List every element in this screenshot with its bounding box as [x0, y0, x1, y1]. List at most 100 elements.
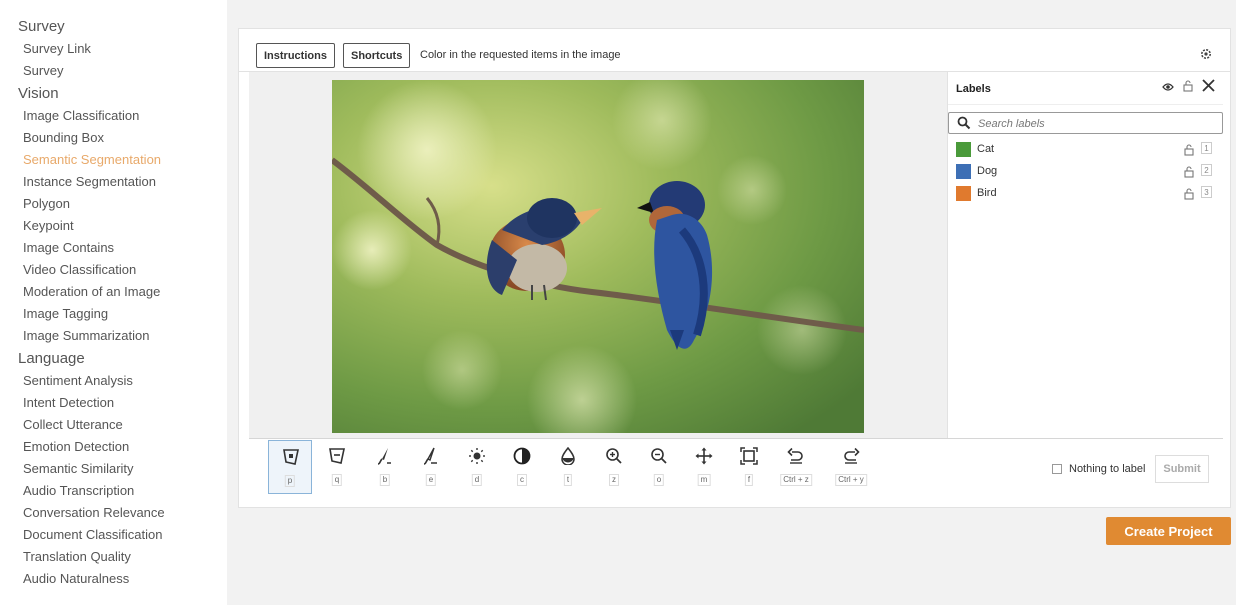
labels-panel-header: Labels [948, 72, 1223, 105]
move-tool[interactable]: m [682, 440, 726, 494]
sidebar-item-image-contains[interactable]: Image Contains [0, 237, 227, 259]
zoom-out-icon [651, 448, 667, 464]
sidebar-item-keypoint[interactable]: Keypoint [0, 215, 227, 237]
sidebar-item-translation-quality[interactable]: Translation Quality [0, 546, 227, 568]
label-name: Bird [977, 187, 997, 199]
sidebar-item-sentiment-analysis[interactable]: Sentiment Analysis [0, 370, 227, 392]
zoom-in-icon [606, 448, 622, 464]
brightness-icon [469, 448, 485, 464]
label-name: Dog [977, 165, 998, 177]
polygon-select-icon [283, 449, 299, 465]
sidebar-item-image-tagging[interactable]: Image Tagging [0, 303, 227, 325]
task-header: Instructions Shortcuts Color in the requ… [239, 29, 1230, 72]
sidebar-item-audio-naturalness[interactable]: Audio Naturalness [0, 568, 227, 590]
tool-hotkey: e [425, 474, 437, 486]
bird-photo[interactable] [332, 80, 864, 433]
label-item-dog[interactable]: Dog 2 [956, 163, 1216, 179]
tool-hotkey: t [563, 474, 573, 486]
label-hotkey: 3 [1201, 186, 1212, 198]
contrast-icon [513, 447, 531, 465]
zoom-in-tool[interactable]: z [592, 440, 636, 494]
tool-hotkey: d [471, 474, 483, 486]
sidebar-item-conversation-relevance[interactable]: Conversation Relevance [0, 502, 227, 524]
fit-icon [740, 447, 758, 465]
redo-tool[interactable]: Ctrl + y [829, 440, 873, 494]
lock-icon[interactable] [1184, 187, 1194, 205]
polygon-remove-tool[interactable]: q [315, 440, 359, 494]
sidebar-item-document-classification[interactable]: Document Classification [0, 524, 227, 546]
eraser-tool[interactable]: e [409, 440, 453, 494]
sidebar-item-video-classification[interactable]: Video Classification [0, 259, 227, 281]
sidebar-item-semantic-similarity[interactable]: Semantic Similarity [0, 458, 227, 480]
sidebar-item-image-classification[interactable]: Image Classification [0, 105, 227, 127]
label-item-bird[interactable]: Bird 3 [956, 185, 1216, 201]
sidebar-item-survey[interactable]: Survey [0, 60, 227, 82]
sidebar-item-instance-segmentation[interactable]: Instance Segmentation [0, 171, 227, 193]
undo-icon [787, 447, 803, 464]
label-color-swatch [956, 186, 971, 201]
annotation-canvas[interactable] [249, 72, 947, 438]
tool-hotkey: m [697, 474, 711, 486]
lock-icon[interactable] [1184, 165, 1194, 183]
sidebar-item-emotion-detection[interactable]: Emotion Detection [0, 436, 227, 458]
search-placeholder: Search labels [978, 118, 1045, 130]
transparency-icon [561, 447, 575, 465]
sidebar-category-language: Language [18, 350, 85, 367]
labels-title: Labels [956, 83, 991, 95]
label-name: Cat [977, 143, 995, 155]
brush-icon [377, 448, 391, 465]
tool-bar: p q b e d c t z o m f Ctrl + z Ctrl + y … [249, 438, 1223, 498]
instructions-button[interactable]: Instructions [256, 43, 335, 68]
labels-panel: Labels Search labels Cat 1 Dog 2 Bird 3 [947, 72, 1223, 438]
label-hotkey: 1 [1201, 142, 1212, 154]
move-icon [695, 447, 713, 465]
tool-hotkey: b [379, 474, 391, 486]
tool-hotkey: Ctrl + y [835, 474, 867, 486]
close-icon[interactable] [1202, 79, 1215, 97]
eye-icon[interactable] [1162, 79, 1174, 97]
fit-tool[interactable]: f [727, 440, 771, 494]
instruction-text: Color in the requested items in the imag… [420, 49, 621, 61]
tool-hotkey: Ctrl + z [780, 474, 812, 486]
polygon-select-tool[interactable]: p [268, 440, 312, 494]
brush-tool[interactable]: b [363, 440, 407, 494]
undo-tool[interactable]: Ctrl + z [774, 440, 818, 494]
checkbox-box[interactable] [1052, 464, 1062, 474]
zoom-out-tool[interactable]: o [637, 440, 681, 494]
sidebar-item-bounding-box[interactable]: Bounding Box [0, 127, 227, 149]
sidebar-item-intent-detection[interactable]: Intent Detection [0, 392, 227, 414]
redo-icon [844, 447, 860, 464]
label-item-cat[interactable]: Cat 1 [956, 141, 1216, 157]
submit-button[interactable]: Submit [1155, 455, 1209, 483]
tool-hotkey: q [331, 474, 343, 486]
tool-hotkey: f [744, 474, 754, 486]
sidebar-item-collect-utterance[interactable]: Collect Utterance [0, 414, 227, 436]
tool-hotkey: o [653, 474, 665, 486]
label-color-swatch [956, 164, 971, 179]
sidebar-item-moderation-of-an-image[interactable]: Moderation of an Image [0, 281, 227, 303]
tool-hotkey: p [284, 475, 296, 487]
search-labels-input[interactable]: Search labels [948, 112, 1223, 134]
shortcuts-button[interactable]: Shortcuts [343, 43, 411, 68]
sidebar-item-semantic-segmentation[interactable]: Semantic Segmentation [0, 149, 227, 171]
annotation-card: Instructions Shortcuts Color in the requ… [238, 28, 1231, 508]
sidebar-item-polygon[interactable]: Polygon [0, 193, 227, 215]
tool-hotkey: c [517, 474, 527, 486]
label-color-swatch [956, 142, 971, 157]
lock-icon[interactable] [1184, 143, 1194, 161]
sidebar-item-survey-link[interactable]: Survey Link [0, 38, 227, 60]
polygon-remove-icon [329, 448, 345, 464]
gear-icon[interactable] [1200, 47, 1212, 65]
contrast-tool[interactable]: c [500, 440, 544, 494]
sidebar-item-audio-transcription[interactable]: Audio Transcription [0, 480, 227, 502]
transparency-tool[interactable]: t [546, 440, 590, 494]
tool-hotkey: z [609, 474, 619, 486]
eraser-icon [423, 447, 437, 465]
lock-icon[interactable] [1183, 79, 1193, 97]
create-project-button[interactable]: Create Project [1106, 517, 1231, 545]
nothing-to-label-text: Nothing to label [1069, 463, 1146, 475]
brightness-tool[interactable]: d [455, 440, 499, 494]
sidebar-category-vision: Vision [18, 85, 59, 102]
label-hotkey: 2 [1201, 164, 1212, 176]
sidebar-item-image-summarization[interactable]: Image Summarization [0, 325, 227, 347]
